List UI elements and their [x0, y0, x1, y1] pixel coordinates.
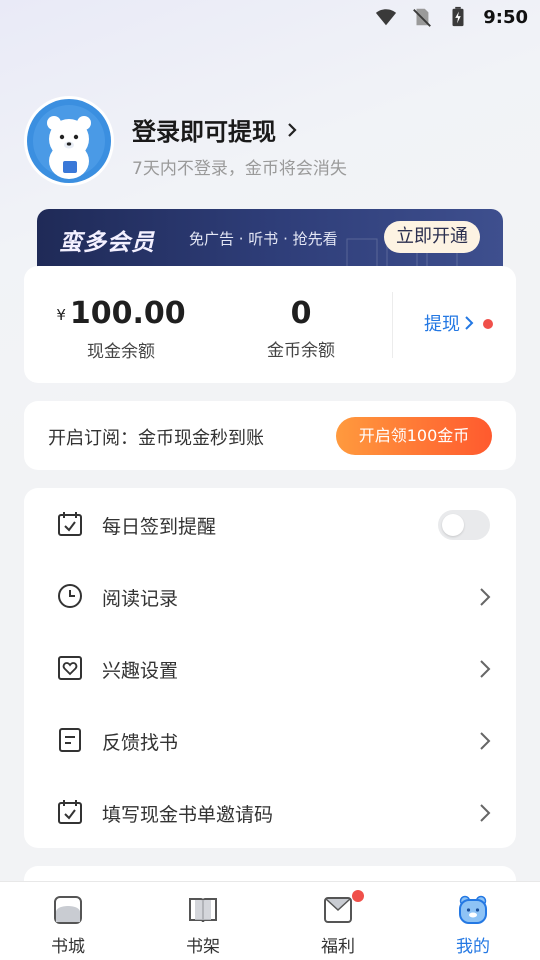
document-icon	[59, 728, 81, 752]
login-title[interactable]: 登录即可提现	[132, 112, 300, 147]
bear-face-icon	[459, 895, 487, 924]
cash-balance[interactable]: ¥100.00 现金余额	[46, 296, 196, 362]
calendar-check-icon	[58, 800, 82, 824]
wifi-icon	[376, 9, 397, 26]
no-sim-icon	[413, 8, 432, 27]
coin-balance[interactable]: 0 金币余额	[226, 296, 376, 361]
polar-bear-avatar-icon	[27, 99, 111, 183]
withdraw-button[interactable]: 提现	[424, 310, 474, 336]
nav-tab-welfare[interactable]: 福利	[288, 890, 388, 957]
status-bar: 9:50	[0, 0, 540, 36]
heart-icon	[58, 656, 82, 680]
vip-title: 蛮多会员	[59, 230, 155, 256]
coin-value: 0	[290, 296, 312, 331]
withdraw-label: 提现	[424, 314, 460, 335]
bookshelf-icon	[189, 898, 217, 923]
calendar-check-icon	[58, 512, 82, 536]
chevron-right-icon	[480, 732, 491, 750]
menu-item-label: 兴趣设置	[102, 660, 179, 682]
bookstore-icon	[54, 896, 82, 924]
chevron-right-icon	[465, 316, 474, 330]
vip-banner[interactable]: 蛮多会员 免广告 · 听书 · 抢先看 立即开通	[37, 209, 503, 269]
settings-menu: 每日签到提醒 阅读记录 兴趣设置 反馈找书 填写现金书单邀请码	[24, 488, 516, 848]
cash-label: 现金余额	[87, 341, 155, 362]
toggle-knob	[442, 514, 464, 536]
login-title-text: 登录即可提现	[132, 118, 276, 146]
welfare-envelope-icon	[324, 897, 352, 923]
balance-card: ¥100.00 现金余额 0 金币余额 提现	[24, 266, 516, 383]
nav-tab-bookshelf[interactable]: 书架	[153, 894, 253, 957]
clock-icon	[58, 584, 82, 608]
subscribe-button[interactable]: 开启领100金币	[336, 417, 492, 455]
chevron-right-icon	[480, 588, 491, 606]
daily-checkin-toggle[interactable]	[438, 510, 490, 540]
chevron-right-icon	[288, 122, 297, 137]
nav-label: 福利	[321, 937, 355, 957]
menu-item-daily-checkin[interactable]: 每日签到提醒	[24, 488, 516, 560]
menu-item-label: 每日签到提醒	[102, 516, 217, 538]
nav-label: 书城	[51, 937, 85, 957]
menu-item-feedback-find-book[interactable]: 反馈找书	[24, 704, 516, 776]
coin-label: 金币余额	[267, 341, 335, 361]
clock-time: 9:50	[483, 6, 528, 28]
menu-item-interest-settings[interactable]: 兴趣设置	[24, 632, 516, 704]
nav-tab-mine[interactable]: 我的	[423, 894, 523, 957]
menu-item-label: 阅读记录	[102, 588, 179, 610]
subscribe-card: 开启订阅：金币现金秒到账 开启领100金币	[24, 401, 516, 470]
chevron-right-icon	[480, 660, 491, 678]
menu-item-label: 填写现金书单邀请码	[102, 804, 274, 826]
menu-item-invite-code[interactable]: 填写现金书单邀请码	[24, 776, 516, 848]
chevron-right-icon	[480, 804, 491, 822]
vip-open-button[interactable]: 立即开通	[384, 221, 480, 253]
currency-symbol: ¥	[56, 305, 66, 324]
divider	[392, 292, 393, 358]
menu-item-reading-history[interactable]: 阅读记录	[24, 560, 516, 632]
nav-tab-bookstore[interactable]: 书城	[18, 894, 118, 957]
login-subtitle: 7天内不登录，金币将会消失	[132, 159, 347, 179]
notification-dot	[483, 319, 493, 329]
avatar[interactable]	[24, 96, 114, 186]
menu-item-label: 反馈找书	[102, 732, 179, 754]
bottom-nav: 书城 书架 福利 我的	[0, 881, 540, 960]
subscribe-text: 开启订阅：金币现金秒到账	[48, 428, 264, 449]
cash-value: 100.00	[69, 296, 186, 331]
battery-charging-icon	[452, 6, 464, 27]
vip-description: 免广告 · 听书 · 抢先看	[189, 230, 338, 248]
nav-label: 书架	[186, 937, 220, 957]
nav-label: 我的	[456, 937, 490, 957]
profile-header[interactable]: 登录即可提现 7天内不登录，金币将会消失	[24, 96, 516, 186]
welfare-badge-dot	[352, 890, 364, 902]
